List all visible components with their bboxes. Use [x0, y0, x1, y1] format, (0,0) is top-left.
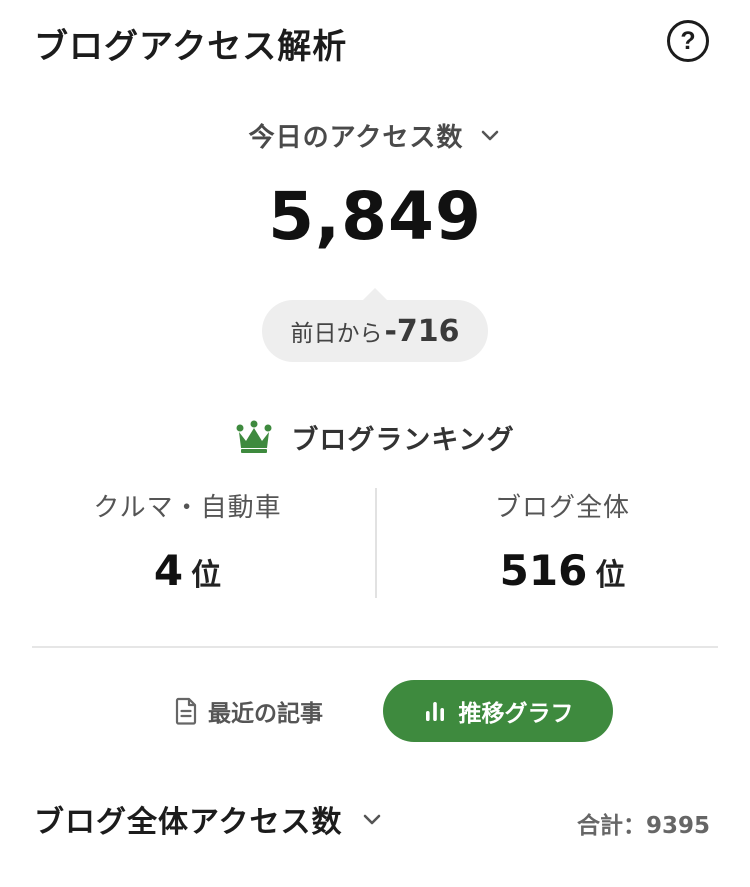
- ranking-header: ブログランキング: [0, 414, 750, 460]
- tab-label: 最近の記事: [208, 701, 323, 727]
- help-icon: ?: [680, 26, 696, 55]
- ranking-value: 516 位: [375, 544, 750, 598]
- diff-badge: 前日から -716: [262, 288, 488, 362]
- total-count: 合計：9395: [576, 813, 710, 839]
- section-title: ブログ全体アクセス数: [34, 805, 343, 840]
- crown-icon: [236, 420, 272, 453]
- ranking-item-category[interactable]: クルマ・自動車 4位: [0, 488, 375, 598]
- access-analytics-page: ブログアクセス解析 ? 今日のアクセス数 5,849 前日から -716 ブログ…: [0, 0, 750, 887]
- ranking-category-label: クルマ・自動車: [93, 493, 282, 523]
- ranking-unit: 位: [191, 558, 222, 593]
- tab-trend-graph[interactable]: 推移グラフ: [383, 680, 613, 742]
- tab-recent-articles[interactable]: 最近の記事: [170, 680, 350, 742]
- bar-chart-icon: [425, 702, 444, 721]
- page-title: ブログアクセス解析: [34, 27, 348, 67]
- diff-label: 前日から: [290, 321, 383, 347]
- chevron-down-icon: [482, 130, 499, 141]
- ranking-unit: 位: [595, 558, 626, 593]
- chevron-down-icon: [363, 814, 380, 825]
- ranking-value: 4位: [0, 544, 375, 598]
- ranking-item-overall[interactable]: ブログ全体 516 位: [375, 488, 750, 598]
- ranking-number: 4: [153, 546, 184, 595]
- section-divider: [32, 646, 718, 648]
- period-label: 今日のアクセス数: [248, 122, 464, 153]
- header: ブログアクセス解析 ?: [0, 0, 750, 84]
- diff-value: -716: [384, 313, 460, 349]
- document-icon: [175, 697, 197, 725]
- ranking-category-label: ブログ全体: [494, 493, 630, 523]
- access-count: 5,849: [268, 178, 482, 255]
- ranking-title: ブログランキング: [291, 424, 515, 456]
- period-selector[interactable]: 今日のアクセス数: [0, 112, 750, 158]
- ranking-number: 516: [499, 546, 588, 595]
- tab-label: 推移グラフ: [458, 701, 574, 727]
- help-button[interactable]: ?: [667, 20, 709, 62]
- overall-access-selector[interactable]: ブログ全体アクセス数: [34, 796, 383, 842]
